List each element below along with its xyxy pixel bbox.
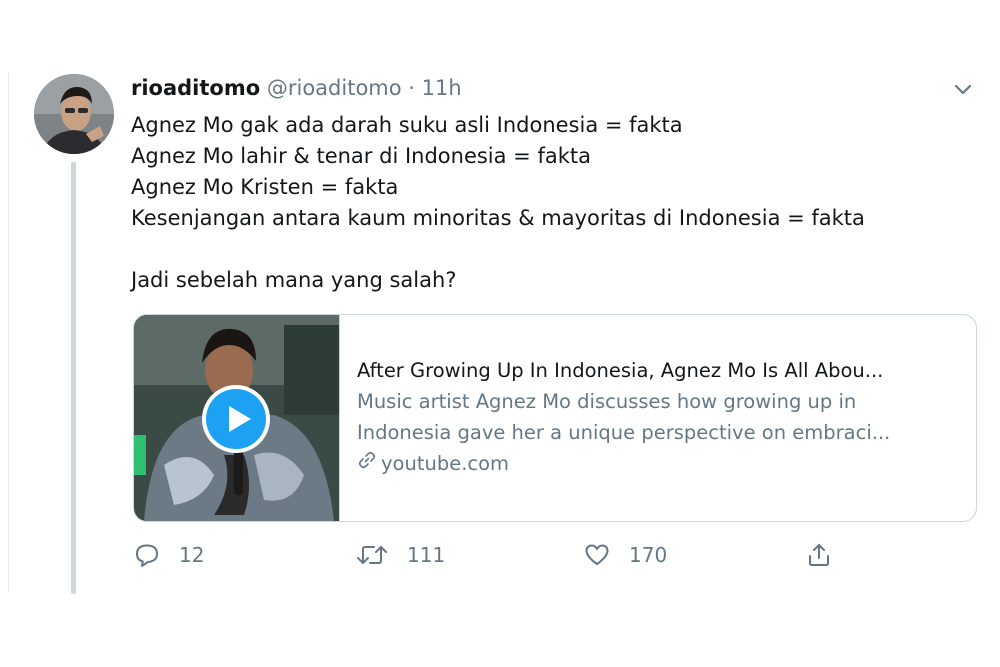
card-text[interactable]: After Growing Up In Indonesia, Agnez Mo … [357,355,957,479]
chevron-down-icon[interactable] [950,80,976,100]
tweet-text: Agnez Mo gak ada darah suku asli Indones… [131,110,865,296]
avatar[interactable] [34,74,114,154]
retweet-icon [355,541,389,569]
handle[interactable]: @rioaditomo [267,76,402,100]
tweet-line: Jadi sebelah mana yang salah? [131,268,457,292]
video-thumbnail[interactable] [134,315,339,521]
like-icon [583,541,611,569]
thread-line [71,162,76,594]
timestamp[interactable]: 11h [422,76,462,100]
card-description-line: Music artist Agnez Mo discusses how grow… [357,390,857,413]
play-icon[interactable] [201,384,271,454]
retweet-button[interactable]: 111 [355,538,445,572]
separator-dot: · [408,76,415,100]
reply-icon [133,541,161,569]
share-button[interactable] [805,538,833,572]
tweet-line: Agnez Mo gak ada darah suku asli Indones… [131,113,683,137]
tweet-header: rioaditomo @rioaditomo · 11h [131,76,462,100]
retweet-count: 111 [407,543,446,567]
like-count: 170 [629,543,668,567]
avatar-photo [34,74,114,154]
link-card[interactable]: After Growing Up In Indonesia, Agnez Mo … [133,314,977,522]
card-divider [339,315,340,521]
reply-count: 12 [179,543,205,567]
display-name[interactable]: rioaditomo [131,76,260,100]
tweet-actions: 12 111 170 [133,538,833,574]
tweet-line: Agnez Mo lahir & tenar di Indonesia = fa… [131,144,591,168]
tweet-line: Kesenjangan antara kaum minoritas & mayo… [131,206,865,230]
link-icon [357,448,377,479]
reply-button[interactable]: 12 [133,538,204,572]
tweet-line: Agnez Mo Kristen = fakta [131,175,399,199]
timeline-border [8,72,9,592]
card-domain-text: youtube.com [381,452,510,475]
card-description-line: Indonesia gave her a unique perspective … [357,421,891,444]
card-domain[interactable]: youtube.com [357,448,957,479]
tweet[interactable]: rioaditomo @rioaditomo · 11h Agnez Mo ga… [0,0,1000,667]
like-button[interactable]: 170 [583,538,667,572]
card-title[interactable]: After Growing Up In Indonesia, Agnez Mo … [357,355,957,386]
share-icon [805,541,833,569]
